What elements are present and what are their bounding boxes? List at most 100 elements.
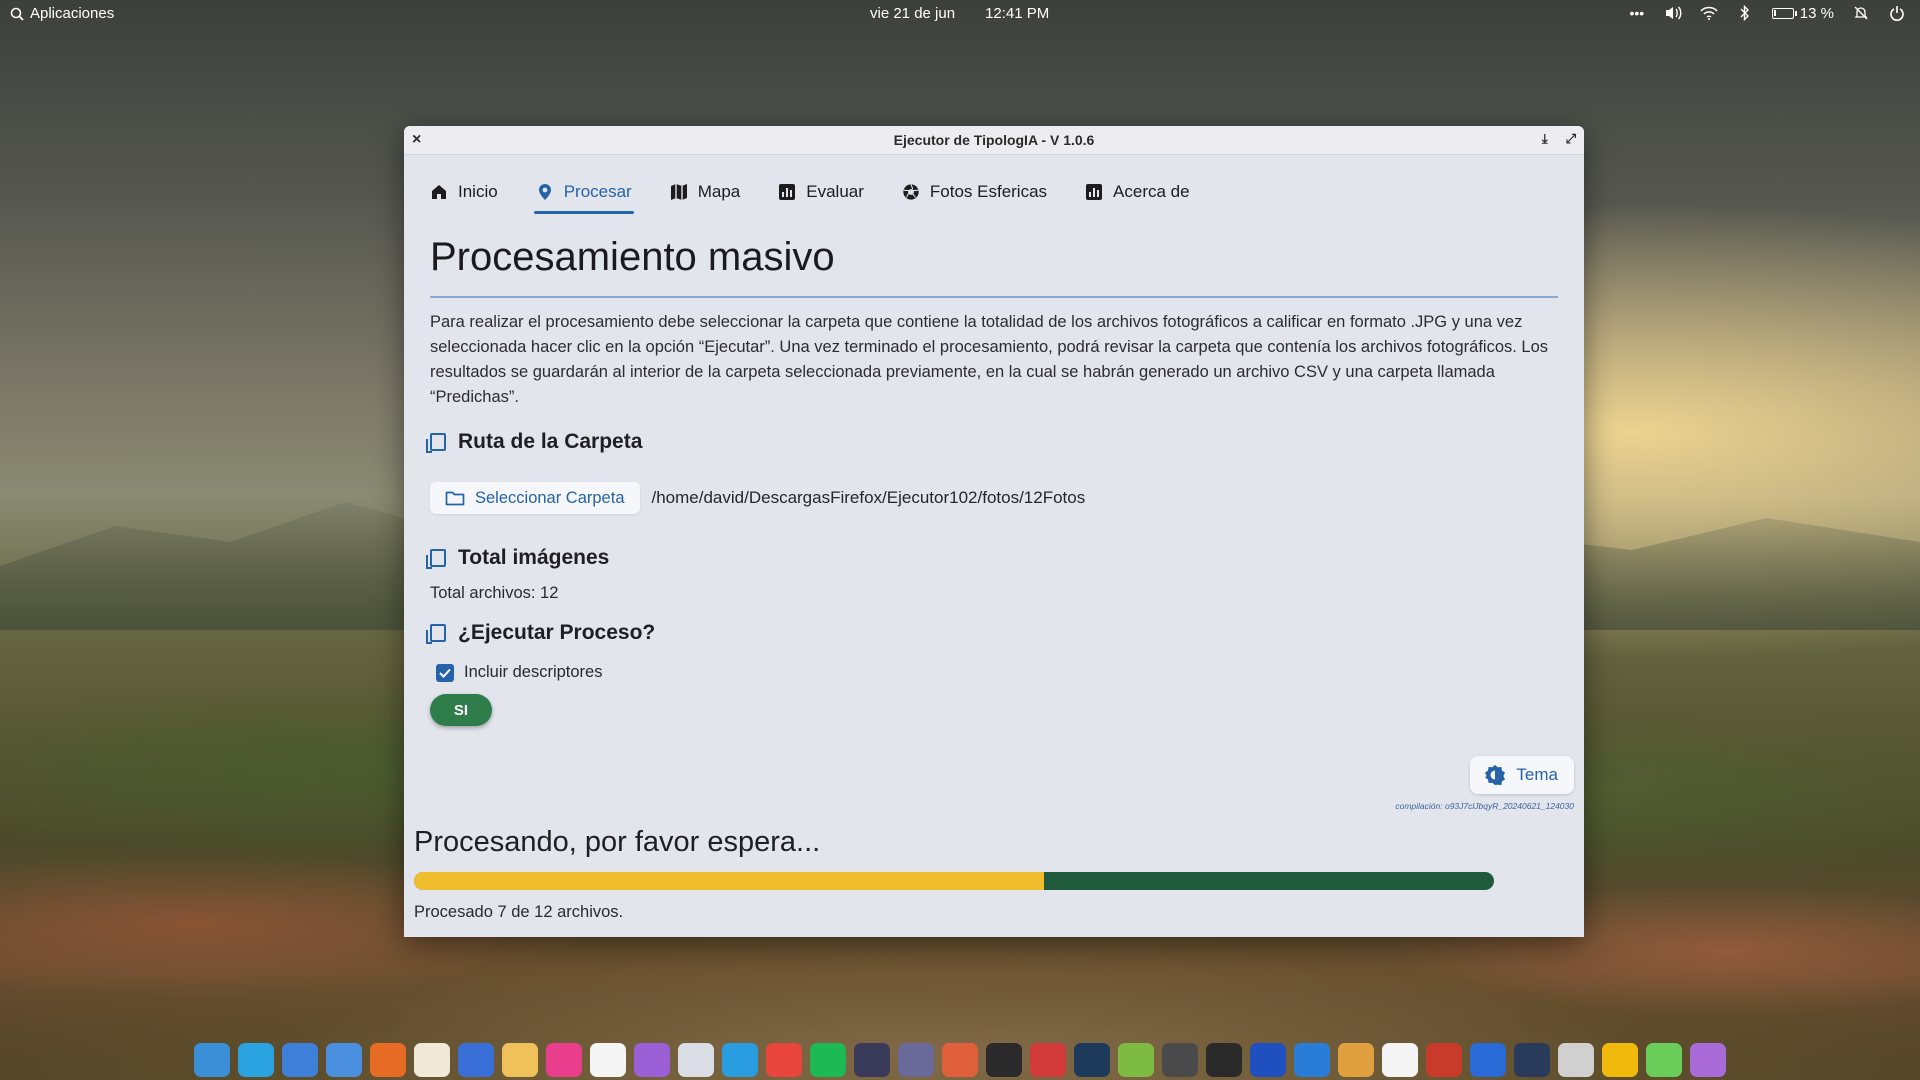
- total-files-text: Total archivos: 12: [430, 584, 559, 602]
- folder-icon: [445, 491, 465, 506]
- more-icon[interactable]: •••: [1628, 4, 1646, 22]
- dock-maps-icon[interactable]: [1338, 1043, 1374, 1077]
- bluetooth-icon[interactable]: [1736, 4, 1754, 22]
- tab-mapa[interactable]: Mapa: [668, 172, 743, 212]
- progress-fill: [414, 872, 1044, 890]
- dock-writer-icon[interactable]: [458, 1043, 494, 1077]
- descriptors-checkbox[interactable]: [436, 663, 454, 682]
- dock-software-icon[interactable]: [942, 1043, 978, 1077]
- applications-label: Aplicaciones: [30, 5, 115, 22]
- notifications-off-icon[interactable]: [1852, 4, 1870, 22]
- dock-mail-icon[interactable]: [502, 1043, 538, 1077]
- battery-indicator[interactable]: 13 %: [1771, 4, 1834, 22]
- dock-headphones-icon[interactable]: [1250, 1043, 1286, 1077]
- home-icon: [430, 183, 448, 201]
- theme-label: Tema: [1516, 765, 1558, 784]
- aperture-icon: [902, 183, 920, 201]
- power-icon[interactable]: [1888, 4, 1906, 22]
- dock-settings-icon[interactable]: [898, 1043, 934, 1077]
- dock-inkscape-icon[interactable]: [1206, 1043, 1242, 1077]
- close-icon[interactable]: ×: [412, 131, 421, 149]
- tab-label: Acerca de: [1113, 182, 1190, 201]
- dock-files-icon[interactable]: [194, 1043, 230, 1077]
- dock-star-icon[interactable]: [1690, 1043, 1726, 1077]
- dock-qgis-icon[interactable]: [1118, 1043, 1154, 1077]
- descriptors-option[interactable]: Incluir descriptores: [436, 663, 1558, 682]
- tab-acerca-de[interactable]: Acerca de: [1083, 172, 1192, 212]
- clock[interactable]: vie 21 de jun 12:41 PM: [870, 5, 1049, 22]
- select-folder-button[interactable]: Seleccionar Carpeta: [430, 482, 640, 514]
- battery-percent: 13 %: [1799, 4, 1834, 22]
- dock-vscode-icon[interactable]: [1294, 1043, 1330, 1077]
- tab-inicio[interactable]: Inicio: [428, 172, 500, 212]
- section-icon: [426, 624, 446, 644]
- dock-finder-search-icon[interactable]: [282, 1043, 318, 1077]
- volume-icon[interactable]: [1664, 4, 1682, 22]
- app-window: × Ejecutor de TipologIA - V 1.0.6 ⤓ ⤢ In…: [404, 126, 1584, 937]
- process-icon: [536, 183, 554, 201]
- info-chart-icon: [1085, 183, 1103, 201]
- checkmark-icon: [439, 668, 451, 678]
- dock-red-app-icon[interactable]: [1426, 1043, 1462, 1077]
- dock-terminal-icon[interactable]: [986, 1043, 1022, 1077]
- dock-text-editor-icon[interactable]: [414, 1043, 450, 1077]
- page-description: Para realizar el procesamiento debe sele…: [430, 313, 1549, 406]
- select-folder-label: Seleccionar Carpeta: [475, 488, 625, 507]
- folder-heading: Ruta de la Carpeta: [458, 430, 643, 453]
- dock-speedometer-icon[interactable]: [1514, 1043, 1550, 1077]
- progress-bar: [414, 872, 1494, 890]
- dock-search-icon[interactable]: [326, 1043, 362, 1077]
- dock-spotify-icon[interactable]: [810, 1043, 846, 1077]
- build-info: compilación: o93J7clJbqyR_20240621_12403…: [1395, 801, 1574, 811]
- dock-firefox-icon[interactable]: [370, 1043, 406, 1077]
- dock-binance-icon[interactable]: [1602, 1043, 1638, 1077]
- dock-photos-icon[interactable]: [634, 1043, 670, 1077]
- folder-row: Seleccionar Carpeta /home/david/Descarga…: [430, 482, 1558, 514]
- main-content: Procesamiento masivo Para realizar el pr…: [426, 230, 1558, 726]
- dock-telegram-icon[interactable]: [238, 1043, 274, 1077]
- battery-icon: [1771, 7, 1797, 19]
- date-label: vie 21 de jun: [870, 5, 956, 22]
- folder-path: /home/david/DescargasFirefox/Ejecutor102…: [651, 488, 1086, 507]
- tab-label: Evaluar: [806, 182, 864, 201]
- page-title: Procesamiento masivo: [430, 235, 835, 279]
- folder-section-heading: Ruta de la Carpeta: [426, 430, 1558, 454]
- tab-procesar[interactable]: Procesar: [533, 172, 634, 214]
- dock-terminal-alt-icon[interactable]: [854, 1043, 890, 1077]
- dock-scissors-icon[interactable]: [1030, 1043, 1066, 1077]
- dock-chrome-icon[interactable]: [766, 1043, 802, 1077]
- system-tray: ••• 13 %: [1628, 4, 1906, 22]
- brightness-icon: [1485, 765, 1506, 785]
- processed-status: Procesado 7 de 12 archivos.: [414, 903, 624, 921]
- search-icon: [10, 7, 24, 21]
- chart-icon: [778, 183, 796, 201]
- dock-stairs-icon[interactable]: [1646, 1043, 1682, 1077]
- dock-toggle-icon[interactable]: [678, 1043, 714, 1077]
- top-bar: Aplicaciones vie 21 de jun 12:41 PM ••• …: [0, 0, 1920, 30]
- processing-title: Procesando, por favor espera...: [414, 826, 821, 858]
- maximize-icon[interactable]: ⤢: [1566, 131, 1576, 147]
- window-titlebar[interactable]: × Ejecutor de TipologIA - V 1.0.6 ⤓ ⤢: [404, 126, 1584, 155]
- dock-camera-icon[interactable]: [1162, 1043, 1198, 1077]
- title-divider: [430, 296, 1558, 298]
- dock-monitor-icon[interactable]: [1074, 1043, 1110, 1077]
- dock: [190, 1040, 1730, 1080]
- theme-button[interactable]: Tema: [1470, 756, 1574, 794]
- tab-label: Fotos Esfericas: [929, 182, 1048, 201]
- minimize-icon[interactable]: ⤓: [1542, 131, 1548, 147]
- wifi-icon[interactable]: [1700, 4, 1718, 22]
- tab-fotos-esfericas[interactable]: Fotos Esfericas: [900, 172, 1049, 212]
- tab-evaluar[interactable]: Evaluar: [776, 172, 866, 212]
- nav-tabs: Inicio Procesar Mapa Evaluar Fotos Esfer…: [428, 172, 1192, 216]
- dock-ghostwriter-icon[interactable]: [1382, 1043, 1418, 1077]
- applications-menu[interactable]: Aplicaciones: [10, 5, 114, 22]
- run-yes-button[interactable]: SI: [430, 694, 492, 726]
- dock-window-manager-icon[interactable]: [1470, 1043, 1506, 1077]
- dock-screenshot-icon[interactable]: [1558, 1043, 1594, 1077]
- dock-tasks-icon[interactable]: [546, 1043, 582, 1077]
- tab-label: Procesar: [563, 182, 632, 201]
- dock-calendar-icon[interactable]: [590, 1043, 626, 1077]
- section-icon: [426, 549, 446, 569]
- dock-sync-icon[interactable]: [722, 1043, 758, 1077]
- run-section-heading: ¿Ejecutar Proceso?: [426, 621, 1558, 645]
